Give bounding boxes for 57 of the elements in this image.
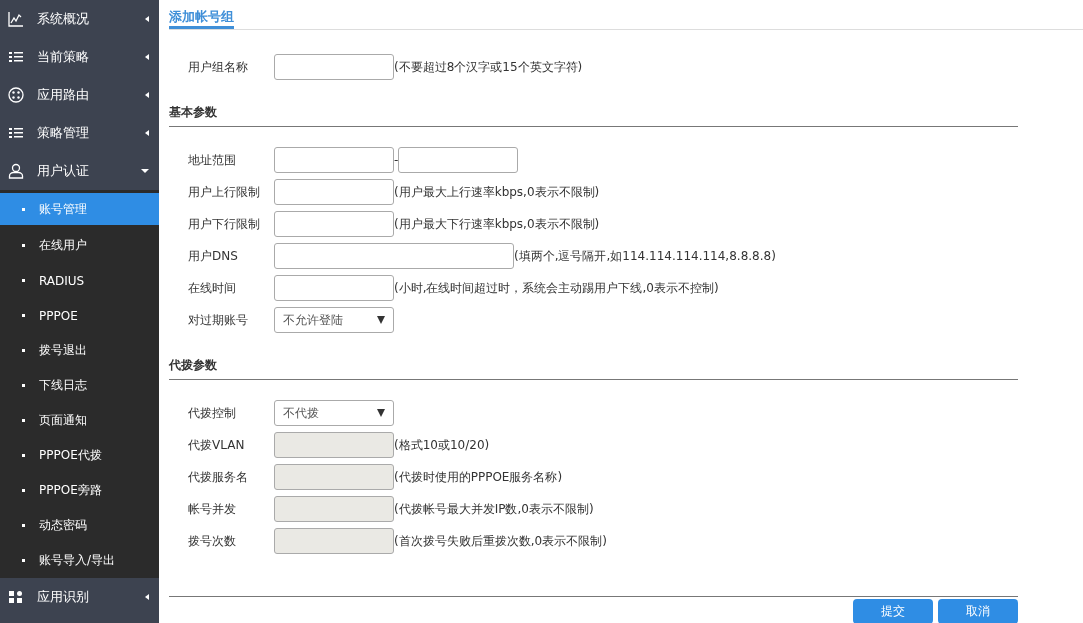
- submenu-item[interactable]: 账号导入/导出: [0, 543, 159, 578]
- dropdown[interactable]: 不允许登陆: [274, 307, 394, 333]
- text-field[interactable]: [274, 179, 394, 205]
- submenu-item[interactable]: PPPOE旁路: [0, 473, 159, 508]
- sidebar-item[interactable]: 用户认证: [0, 152, 159, 190]
- field-label: 用户下行限制: [188, 215, 261, 233]
- range-start-field[interactable]: [274, 147, 394, 173]
- text-field[interactable]: [274, 275, 394, 301]
- field-label: 拨号次数: [188, 532, 237, 550]
- submenu-item[interactable]: 拨号退出: [0, 333, 159, 368]
- field-label: 帐号并发: [188, 500, 237, 518]
- field-label: 对过期账号: [188, 311, 249, 329]
- field-label: 代拨VLAN: [188, 436, 246, 454]
- sidebar-item[interactable]: 应用识别: [0, 578, 159, 616]
- field-label: 用户DNS: [188, 247, 239, 265]
- circle-dots-icon: [8, 87, 24, 103]
- text-field[interactable]: [274, 54, 394, 80]
- field-hint: (用户最大上行速率kbps,0表示不限制): [394, 183, 600, 201]
- user-icon: [8, 163, 24, 179]
- field-hint: (小时,在线时间超过时，系统会主动踢用户下线,0表示不控制): [394, 279, 719, 297]
- field-hint: (代拨时使用的PPPOE服务名称): [394, 468, 563, 486]
- field-label: 用户上行限制: [188, 183, 261, 201]
- submenu-item[interactable]: 下线日志: [0, 368, 159, 403]
- field-label: 代拨控制: [188, 404, 237, 422]
- submenu-item[interactable]: 在线用户: [0, 228, 159, 263]
- caret-icon: [377, 316, 385, 324]
- field-hint: (代拨帐号最大并发IP数,0表示不限制): [394, 500, 594, 518]
- field-label: 在线时间: [188, 279, 237, 297]
- apps-icon: [8, 589, 24, 605]
- section-title: 代拨参数: [169, 357, 1018, 380]
- field-hint: (不要超过8个汉字或15个英文字符): [394, 58, 583, 76]
- field-label: 地址范围: [188, 151, 237, 169]
- sidebar-item[interactable]: 应用路由: [0, 76, 159, 114]
- field-hint: (格式10或10/20): [394, 436, 490, 454]
- sidebar-item[interactable]: 系统概况: [0, 0, 159, 38]
- sidebar-item[interactable]: 策略管理: [0, 114, 159, 152]
- field-hint: (首次拨号失败后重拨次数,0表示不限制): [394, 532, 607, 550]
- submenu-item[interactable]: 动态密码: [0, 508, 159, 543]
- range-end-field[interactable]: [398, 147, 519, 173]
- list-icon: [8, 49, 24, 65]
- field-hint: (用户最大下行速率kbps,0表示不限制): [394, 215, 600, 233]
- submenu-item[interactable]: RADIUS: [0, 263, 159, 298]
- field-label: 代拨服务名: [188, 468, 249, 486]
- section-title: 基本参数: [169, 104, 1018, 127]
- submenu-item[interactable]: PPPOE: [0, 298, 159, 333]
- line-chart-icon: [8, 11, 24, 27]
- list-icon: [8, 125, 24, 141]
- submenu-item[interactable]: 页面通知: [0, 403, 159, 438]
- text-field[interactable]: [274, 211, 394, 237]
- submenu-item[interactable]: PPPOE代拨: [0, 438, 159, 473]
- field-label: 用户组名称: [188, 58, 249, 76]
- sidebar-item[interactable]: 当前策略: [0, 38, 159, 76]
- caret-icon: [377, 409, 385, 417]
- text-field[interactable]: [274, 243, 514, 269]
- field-hint: (填两个,逗号隔开,如114.114.114.114,8.8.8.8): [514, 247, 776, 265]
- range-separator: -: [394, 153, 399, 167]
- dropdown[interactable]: 不代拨: [274, 400, 394, 426]
